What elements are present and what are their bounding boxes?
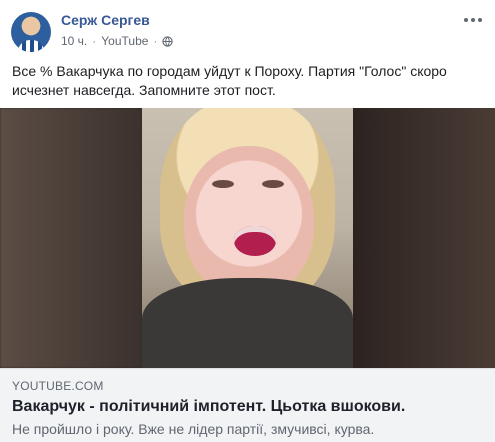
author-name[interactable]: Серж Сергев [61, 12, 150, 28]
more-options-icon[interactable] [463, 12, 483, 28]
avatar[interactable] [11, 12, 51, 52]
person-shirt [142, 278, 353, 368]
person-mouth [234, 226, 276, 256]
link-domain: YOUTUBE.COM [12, 379, 104, 393]
globe-icon [162, 35, 174, 47]
person-eye-left [212, 180, 234, 188]
video-thumbnail[interactable] [0, 108, 495, 368]
post-header: Серж Сергев 10 ч. · YouTube · [0, 0, 495, 58]
person-face [184, 146, 314, 296]
person-eye-right [262, 180, 284, 188]
link-title[interactable]: Вакарчук - політичний імпотент. Цьотка в… [12, 398, 405, 416]
post-meta: 10 ч. · YouTube · [61, 34, 174, 48]
thumbnail-center [142, 108, 353, 368]
post-text: Все % Вакарчука по городам уйдут к Порох… [12, 63, 447, 98]
link-preview[interactable]: YOUTUBE.COM Вакарчук - політичний імпоте… [0, 368, 495, 442]
thumbnail-right-blur [353, 108, 495, 368]
thumbnail-left-blur [0, 108, 142, 368]
link-description: Не пройшло і року. Вже не лідер партії, … [12, 421, 375, 437]
meta-separator: · [153, 34, 158, 48]
meta-separator: · [92, 34, 97, 48]
post-source[interactable]: YouTube [101, 34, 148, 48]
post-time[interactable]: 10 ч. [61, 34, 87, 48]
